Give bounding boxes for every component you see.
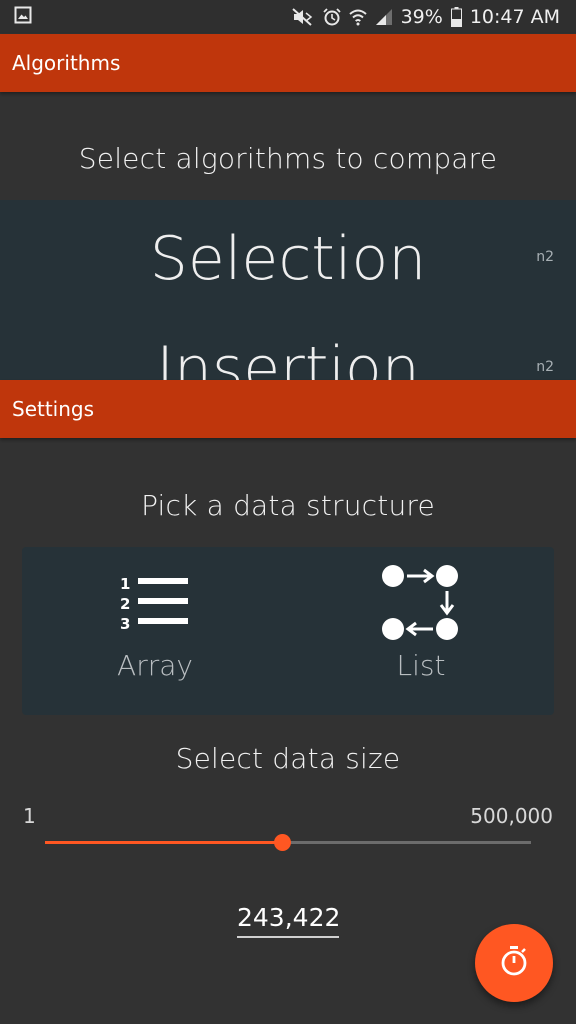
algorithms-app-bar: Algorithms — [0, 34, 576, 92]
status-bar: 39% 10:47 AM — [0, 0, 576, 33]
slider-fill — [45, 841, 282, 844]
start-timer-button[interactable] — [475, 924, 553, 1002]
alarm-icon — [322, 7, 341, 26]
algorithm-name: Selection — [149, 224, 427, 294]
wifi-icon — [348, 8, 367, 26]
battery-icon — [450, 6, 462, 27]
algorithm-complexity: n2 — [536, 249, 554, 265]
array-option[interactable]: 1 2 3 Array — [22, 547, 288, 715]
data-size-slider[interactable] — [45, 834, 531, 851]
algorithm-item-selection[interactable]: Selection n2 — [0, 200, 576, 310]
settings-app-bar: Settings — [0, 380, 576, 438]
array-label: Array — [117, 649, 193, 682]
algorithm-name: Insertion — [156, 334, 420, 380]
data-structure-picker: 1 2 3 Array List — [22, 547, 554, 715]
svg-text:2: 2 — [120, 595, 130, 613]
data-size-value[interactable]: 243,422 — [237, 903, 340, 938]
svg-text:1: 1 — [120, 575, 130, 593]
svg-text:3: 3 — [120, 615, 130, 631]
gallery-icon — [14, 6, 32, 28]
slider-thumb[interactable] — [273, 834, 291, 851]
algorithm-list[interactable]: Selection n2 Insertion n2 — [0, 200, 576, 380]
list-option[interactable]: List — [288, 547, 554, 715]
algorithm-item-insertion[interactable]: Insertion n2 — [0, 310, 576, 380]
signal-icon — [375, 8, 393, 26]
slider-max-label: 500,000 — [470, 804, 553, 828]
linked-list-icon — [381, 563, 461, 647]
algorithms-heading: Select algorithms to compare — [78, 142, 498, 175]
list-label: List — [396, 649, 446, 682]
algorithm-complexity: n2 — [536, 359, 554, 375]
settings-title: Settings — [12, 397, 95, 421]
data-structure-heading: Pick a data structure — [141, 489, 435, 522]
battery-percent: 39% — [400, 5, 443, 28]
slider-min-label: 1 — [23, 804, 36, 828]
stopwatch-icon — [498, 945, 530, 981]
data-size-heading: Select data size — [175, 742, 401, 775]
algorithms-title: Algorithms — [12, 51, 121, 75]
mute-icon — [291, 7, 315, 27]
status-time: 10:47 AM — [469, 5, 560, 28]
array-list-icon: 1 2 3 — [120, 573, 190, 635]
